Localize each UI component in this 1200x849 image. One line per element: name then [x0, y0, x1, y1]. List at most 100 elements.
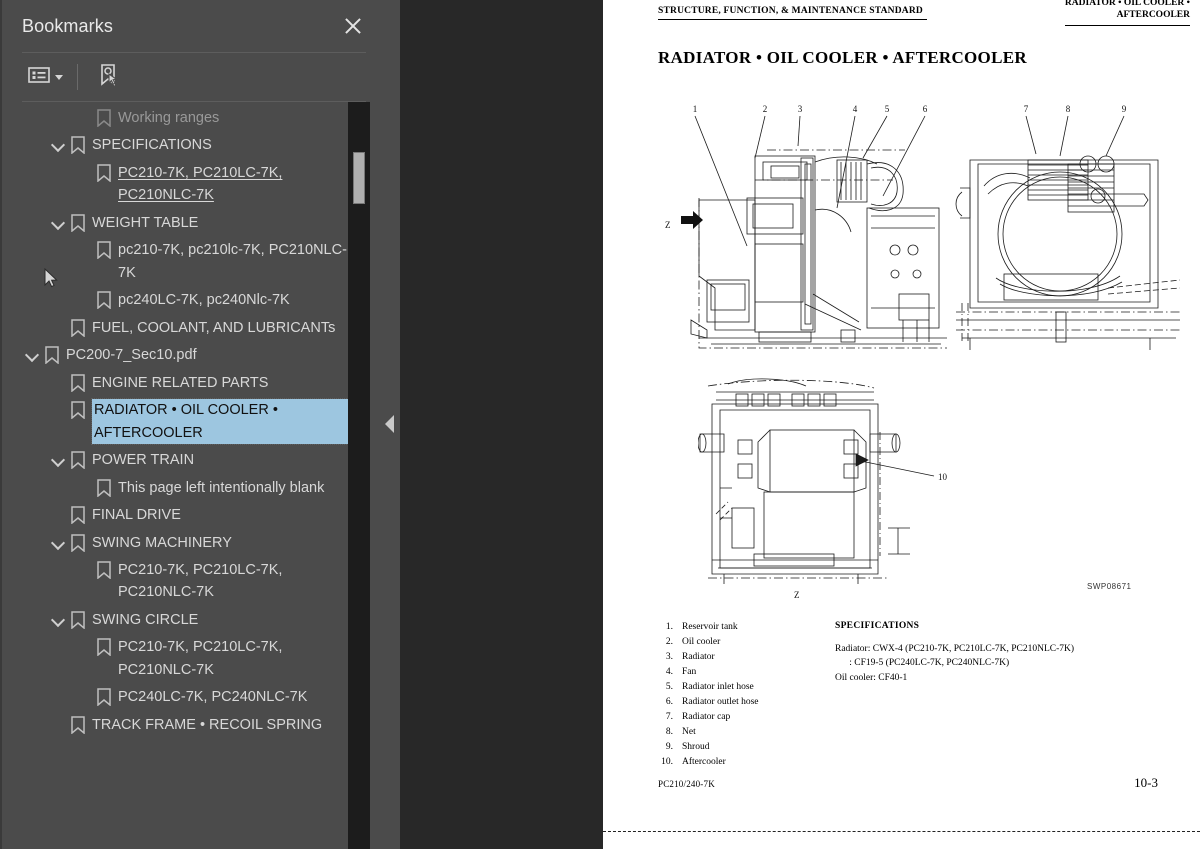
bookmark-icon — [96, 561, 118, 579]
chevron-down-icon[interactable] — [48, 532, 70, 552]
bookmarks-scrollbar-thumb[interactable] — [353, 152, 365, 204]
bookmark-item[interactable]: ENGINE RELATED PARTS — [8, 369, 354, 396]
legend-index: 1. — [665, 622, 673, 632]
svg-text:10: 10 — [938, 472, 948, 482]
bookmark-item-label: PC200-7_Sec10.pdf — [66, 347, 197, 364]
pdf-page: STRUCTURE, FUNCTION, & MAINTENANCE STAND… — [603, 0, 1200, 849]
page-header-right-line2: AFTERCOOLER — [1116, 9, 1190, 20]
legend-row: 1. Reservoir tank — [658, 620, 759, 635]
close-icon[interactable] — [340, 13, 366, 39]
bookmarks-panel: Bookmarks Working ranges SPECIFICATIONS … — [0, 0, 380, 849]
bookmark-item[interactable]: SWING MACHINERY — [8, 529, 354, 556]
svg-text:3: 3 — [798, 104, 803, 114]
svg-text:1: 1 — [693, 104, 698, 114]
specification-line: Oil cooler: CF40-1 — [835, 672, 908, 683]
chevron-down-icon[interactable] — [48, 449, 70, 469]
bookmark-icon — [70, 401, 92, 420]
bookmark-item[interactable]: TRACK FRAME • RECOIL SPRING — [8, 711, 354, 738]
legend-text: Reservoir tank — [682, 622, 738, 632]
bookmark-item[interactable]: PC200-7_Sec10.pdf — [8, 341, 354, 368]
legend-text: Fan — [682, 667, 697, 677]
bookmark-icon — [70, 373, 92, 392]
bookmark-item[interactable]: PC210-7K, PC210LC-7K, PC210NLC-7K — [8, 633, 354, 683]
bookmarks-scrollbar-track[interactable] — [348, 102, 370, 849]
chevron-down-icon[interactable] — [22, 344, 44, 364]
bookmark-item-label: PC240LC-7K, PC240NLC-7K — [118, 689, 308, 706]
chevron-down-icon[interactable] — [48, 609, 70, 629]
new-bookmark-button[interactable] — [90, 59, 126, 96]
bookmark-item[interactable]: SWING CIRCLE — [8, 606, 354, 633]
bookmark-item[interactable]: POWER TRAIN — [8, 446, 354, 473]
parts-legend-list: 1. Reservoir tank 2. Oil cooler 3. Radiator 4.… — [658, 620, 759, 770]
legend-index: 9. — [665, 742, 673, 752]
collapse-left-arrow-icon[interactable] — [385, 415, 394, 433]
panel-title: Bookmarks — [22, 15, 113, 36]
legend-index: 2. — [665, 637, 673, 647]
legend-index: 8. — [665, 727, 673, 737]
chevron-down-icon[interactable] — [48, 134, 70, 154]
bookmark-item[interactable]: Working ranges — [8, 104, 354, 131]
bookmark-icon — [96, 638, 118, 657]
legend-index: 7. — [665, 712, 673, 722]
bookmark-icon — [70, 319, 92, 337]
legend-row: 3. Radiator — [658, 650, 759, 665]
page-title: RADIATOR • OIL COOLER • AFTERCOOLER — [658, 48, 1027, 67]
bookmark-item[interactable]: RADIATOR • OIL COOLER • AFTERCOOLER — [8, 396, 355, 446]
panel-splitter[interactable] — [380, 0, 400, 849]
bookmark-item-label: RADIATOR • OIL COOLER • AFTERCOOLER — [91, 398, 355, 446]
bookmark-item[interactable]: WEIGHT TABLE — [8, 209, 354, 236]
svg-text:9: 9 — [1122, 104, 1127, 114]
bookmark-icon — [70, 716, 92, 734]
svg-text:6: 6 — [923, 104, 928, 114]
legend-index: 6. — [665, 697, 673, 707]
bookmark-options-button[interactable] — [22, 62, 69, 93]
specification-line: : CF19-5 (PC240LC-7K, PC240NLC-7K) — [835, 658, 1010, 669]
bookmark-item[interactable]: SPECIFICATIONS — [8, 131, 354, 158]
legend-row: 7. Radiator cap — [658, 710, 759, 725]
legend-row: 6. Radiator outlet hose — [658, 695, 759, 710]
bookmark-item[interactable]: This page left intentionally blank — [8, 474, 354, 501]
bookmark-item[interactable]: FINAL DRIVE — [8, 501, 354, 528]
bookmark-item-label: SWING CIRCLE — [92, 611, 199, 628]
list-options-icon — [28, 66, 50, 89]
page-header: STRUCTURE, FUNCTION, & MAINTENANCE STAND… — [658, 0, 1190, 26]
bookmark-item[interactable]: FUEL, COOLANT, AND LUBRICANTs — [8, 314, 354, 341]
bookmark-item-label: This page left intentionally blank — [118, 479, 325, 496]
bookmark-item-label: SPECIFICATIONS — [92, 137, 212, 154]
legend-text: Shroud — [682, 742, 710, 752]
svg-text:5: 5 — [885, 104, 890, 114]
legend-row: 8. Net — [658, 725, 759, 740]
bookmark-item[interactable]: PC240LC-7K, PC240NLC-7K — [8, 683, 354, 710]
chevron-down-icon[interactable] — [48, 212, 70, 232]
bookmark-item[interactable]: PC210-7K, PC210LC-7K, PC210NLC-7K — [8, 556, 354, 606]
svg-text:Z: Z — [665, 220, 671, 230]
legend-row: 5. Radiator inlet hose — [658, 680, 759, 695]
bookmarks-tree-container: Working ranges SPECIFICATIONS PC210-7K, PC… — [8, 102, 380, 849]
bookmark-item-label: ENGINE RELATED PARTS — [92, 374, 269, 391]
svg-text:2: 2 — [763, 104, 768, 114]
bookmark-item[interactable]: pc210-7K, pc210lc-7K, PC210NLC-7K — [8, 236, 354, 286]
page-header-right-line1: RADIATOR • OIL COOLER • — [1064, 0, 1190, 8]
drawing-code: SWP08671 — [1087, 582, 1132, 591]
legend-text: Radiator — [682, 652, 715, 662]
legend-index: 5. — [665, 682, 673, 692]
page-header-left: STRUCTURE, FUNCTION, & MAINTENANCE STAND… — [658, 6, 927, 20]
legend-text: Aftercooler — [682, 757, 726, 767]
svg-text:Z: Z — [794, 590, 800, 600]
bookmark-item-label: PC210-7K, PC210LC-7K, PC210NLC-7K — [118, 639, 283, 678]
legend-index: 4. — [665, 667, 673, 677]
bookmark-item[interactable]: pc240LC-7K, pc240Nlc-7K — [8, 286, 354, 313]
bookmarks-toolbar — [8, 53, 380, 101]
footer-model: PC210/240-7K — [658, 779, 715, 789]
bookmark-item-label: FUEL, COOLANT, AND LUBRICANTs — [92, 319, 336, 336]
legend-index: 10. — [661, 757, 673, 767]
figure-engine-side-view: 1 2 3 4 5 6 Z — [655, 98, 955, 358]
bookmark-item[interactable]: PC210-7K, PC210LC-7K, PC210NLC-7K — [8, 159, 354, 209]
